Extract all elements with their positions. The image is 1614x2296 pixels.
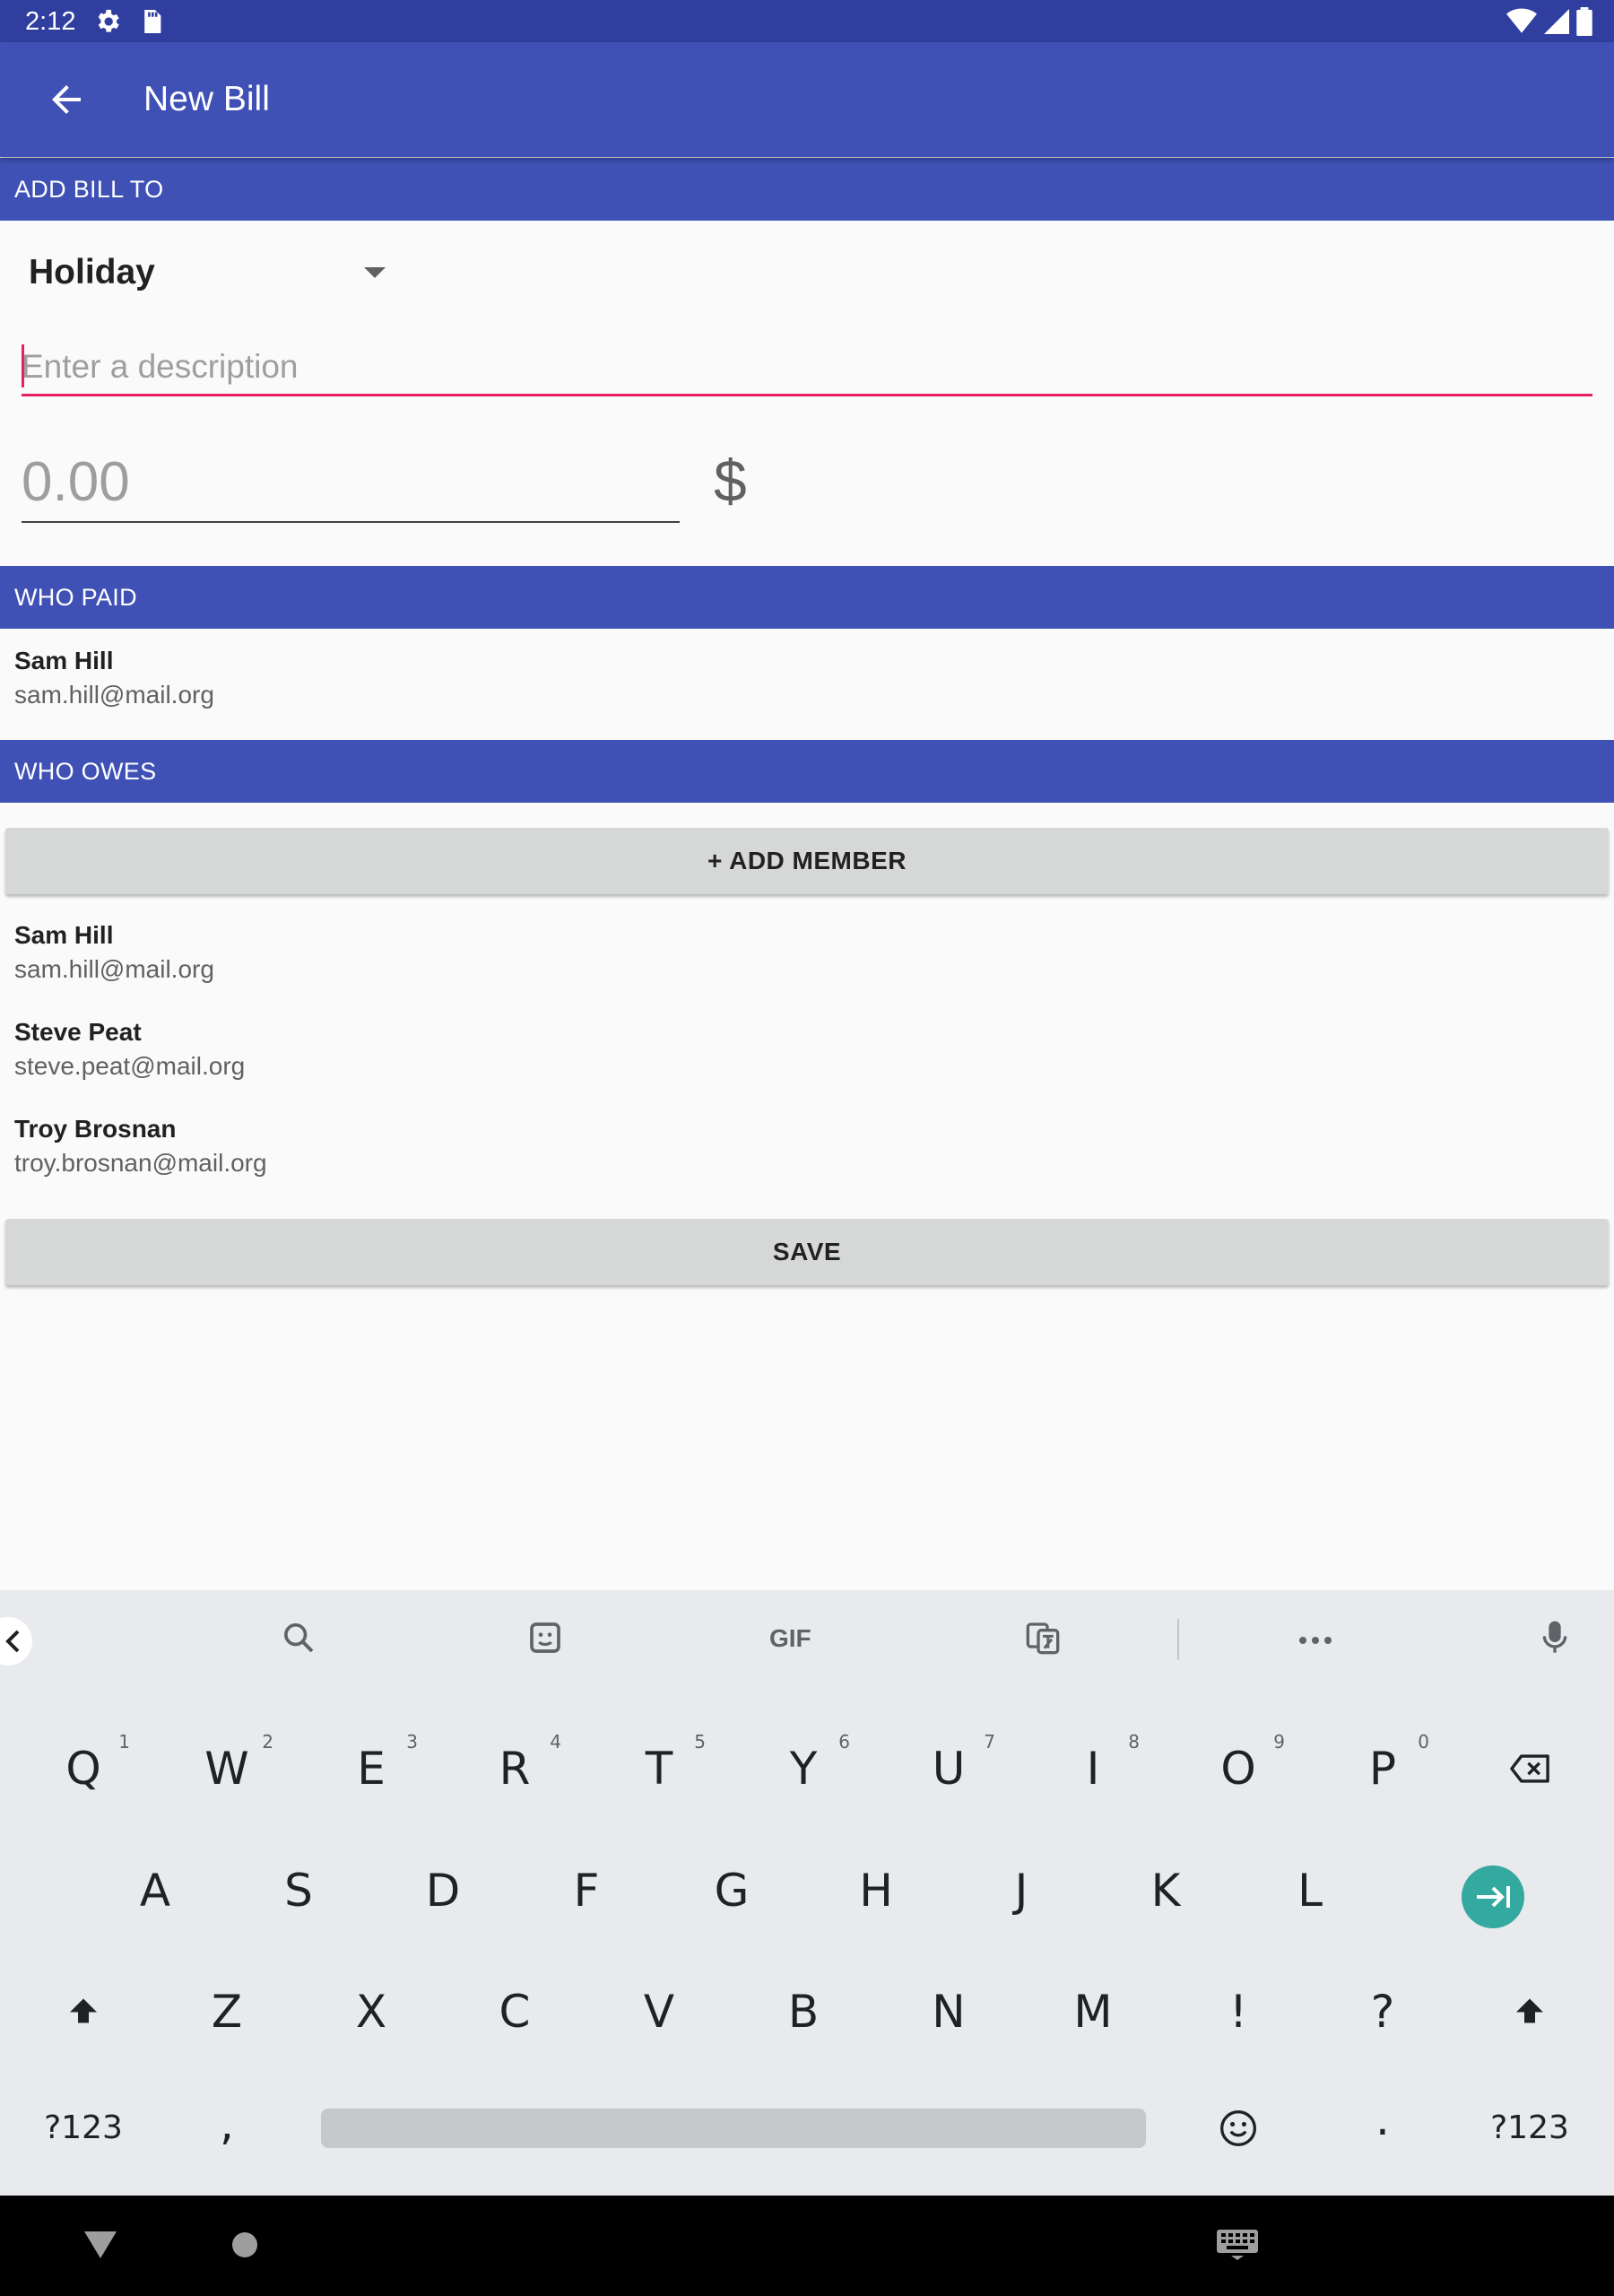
member-name: Sam Hill [14,921,114,949]
key-a[interactable]: A [92,1837,218,1944]
keyboard-suggestion-strip: GIF [0,1590,1614,1689]
dropdown-arrow-icon [364,267,386,284]
key-m[interactable]: M [1030,1958,1156,2066]
key-comma[interactable]: , [164,2070,290,2178]
key-i[interactable]: I8 [1030,1715,1156,1822]
section-header-who-paid: WHO PAID [0,566,1614,629]
key-s[interactable]: S [236,1837,361,1944]
backspace-key[interactable] [1467,1715,1592,1822]
member-name: Steve Peat [14,1018,142,1046]
key-d[interactable]: D [380,1837,506,1944]
save-button[interactable]: SAVE [5,1219,1609,1285]
page-title: New Bill [143,80,270,118]
collapse-keyboard-button[interactable] [0,1617,32,1665]
key-n[interactable]: N [886,1958,1011,2066]
symbols-key-left[interactable]: ?123 [21,2074,146,2182]
key-o[interactable]: O9 [1176,1715,1301,1822]
status-bar: 2:12 [0,0,1614,42]
key-j[interactable]: J [959,1837,1084,1944]
key-v[interactable]: V [596,1958,722,2066]
key-w[interactable]: W2 [164,1715,290,1822]
section-header-add-bill-to: ADD BILL TO [0,158,1614,221]
payer-email: sam.hill@mail.org [14,681,214,709]
key-question[interactable]: ? [1320,1958,1445,2066]
key-b[interactable]: B [741,1958,866,2066]
translate-icon[interactable] [1025,1620,1061,1660]
key-g[interactable]: G [669,1837,794,1944]
spacebar[interactable] [321,2109,1146,2148]
group-dropdown[interactable]: Holiday [29,240,387,312]
arrow-back-icon[interactable] [45,78,88,121]
key-c[interactable]: C [452,1958,577,2066]
add-member-button[interactable]: + ADD MEMBER [5,828,1609,894]
key-u[interactable]: U7 [886,1715,1011,1822]
amount-field[interactable] [22,444,680,523]
app-toolbar: New Bill [0,42,1614,157]
currency-symbol: $ [714,448,747,514]
microphone-icon[interactable] [1539,1620,1571,1660]
group-dropdown-value: Holiday [29,253,155,291]
back-triangle-icon[interactable] [84,2231,117,2263]
key-q[interactable]: Q1 [21,1715,146,1822]
keyboard-switch-icon[interactable] [1217,2230,1258,2265]
member-item[interactable]: Troy Brosnan troy.brosnan@mail.org [14,1112,642,1180]
key-period[interactable]: . [1320,2066,1445,2173]
key-p[interactable]: P0 [1320,1715,1445,1822]
gif-button[interactable]: GIF [769,1624,811,1653]
member-email: troy.brosnan@mail.org [14,1149,267,1177]
suggestion-divider [1177,1619,1179,1660]
status-time: 2:12 [25,7,76,36]
emoji-key[interactable] [1176,2074,1301,2182]
member-email: sam.hill@mail.org [14,955,214,983]
member-name: Troy Brosnan [14,1115,177,1143]
key-z[interactable]: Z [164,1958,290,2066]
key-y[interactable]: Y6 [741,1715,866,1822]
search-icon[interactable] [281,1620,317,1660]
member-item[interactable]: Sam Hill sam.hill@mail.org [14,918,642,987]
wifi-icon [1506,8,1537,33]
key-exclamation[interactable]: ! [1176,1958,1301,2066]
navigation-bar [0,2196,1614,2296]
payer-item[interactable]: Sam Hill sam.hill@mail.org [14,644,642,712]
key-r[interactable]: R4 [452,1715,577,1822]
description-field[interactable] [22,341,1592,396]
symbols-key-right[interactable]: ?123 [1467,2074,1592,2182]
home-circle-icon[interactable] [231,2231,258,2263]
shift-key-right[interactable] [1467,1958,1592,2066]
battery-icon [1576,7,1592,36]
key-l[interactable]: L [1247,1837,1373,1944]
section-header-who-owes: WHO OWES [0,740,1614,803]
text-cursor [22,344,24,387]
shift-key[interactable] [21,1958,146,2066]
gear-icon [93,7,122,40]
payer-name: Sam Hill [14,647,114,674]
more-options-icon[interactable] [1297,1633,1333,1649]
key-x[interactable]: X [308,1958,434,2066]
signal-icon [1544,9,1569,34]
sticker-icon[interactable] [527,1620,563,1660]
sd-card-icon [140,7,163,40]
status-right-icons [1506,7,1592,36]
amount-input[interactable] [22,444,680,519]
key-f[interactable]: F [524,1837,649,1944]
member-email: steve.peat@mail.org [14,1052,246,1080]
key-k[interactable]: K [1103,1837,1228,1944]
key-t[interactable]: T5 [596,1715,722,1822]
member-item[interactable]: Steve Peat steve.peat@mail.org [14,1015,642,1083]
key-h[interactable]: H [813,1837,939,1944]
description-input[interactable] [22,341,1592,393]
key-e[interactable]: E3 [308,1715,434,1822]
enter-next-button[interactable] [1462,1866,1524,1928]
